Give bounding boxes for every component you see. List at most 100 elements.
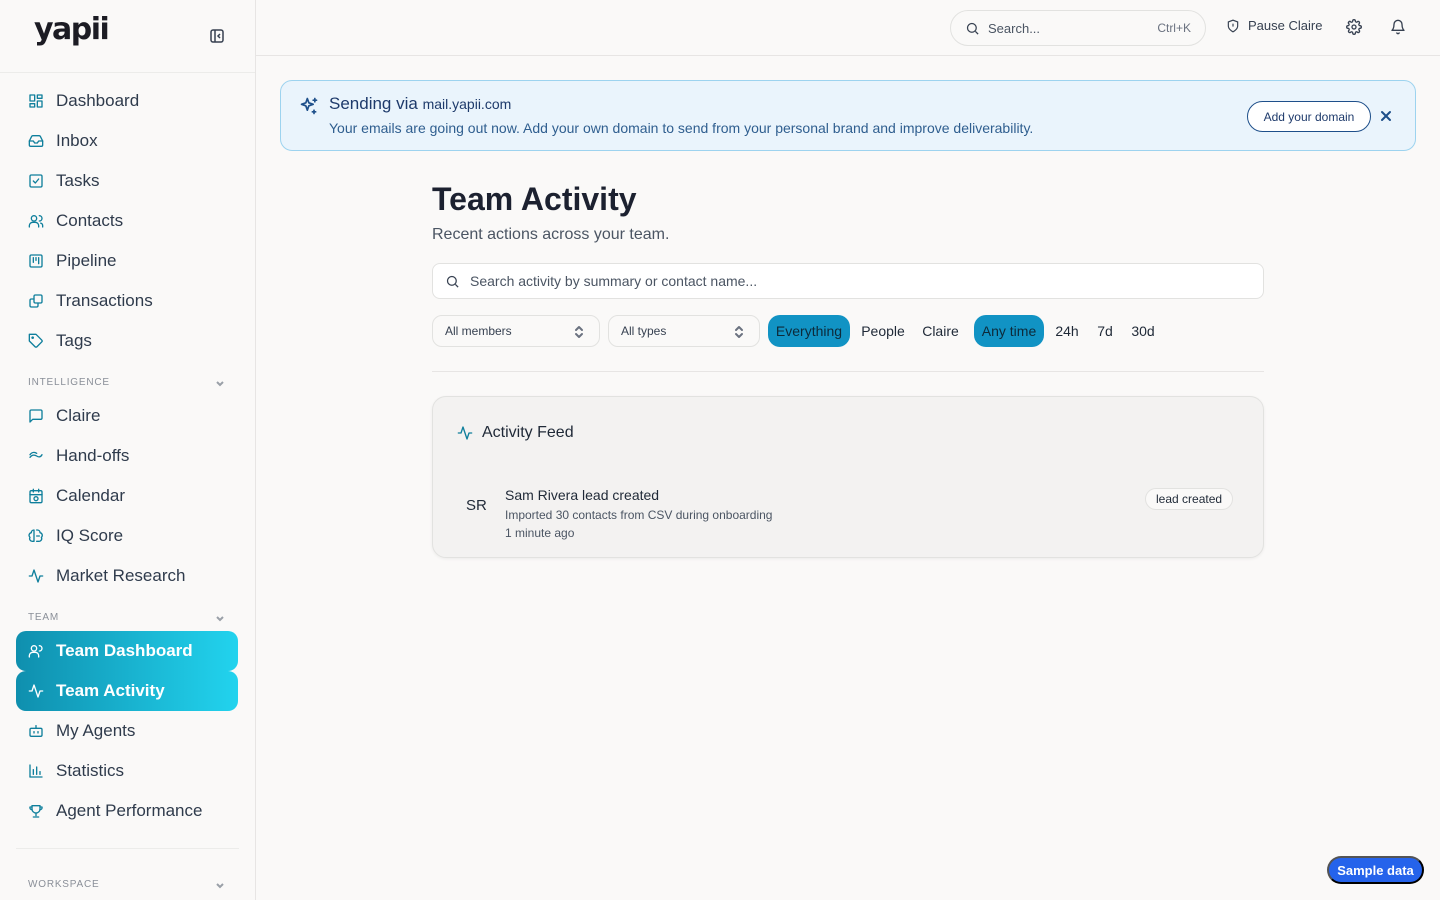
- type-filter-select[interactable]: All types: [608, 315, 760, 347]
- sidebar-item-statistics[interactable]: Statistics: [0, 751, 239, 791]
- sidebar-item-label: Hand-offs: [56, 446, 130, 465]
- chip-everything[interactable]: Everything: [768, 315, 850, 347]
- sidebar-item-dashboard[interactable]: Dashboard: [0, 81, 239, 121]
- pause-claire-button[interactable]: Pause Claire: [1226, 18, 1322, 33]
- status-badge: lead created: [1145, 488, 1234, 510]
- sidebar-divider: [16, 848, 239, 849]
- activity-feed-header: Activity Feed: [457, 424, 574, 442]
- tasks-icon: [28, 173, 44, 189]
- sending-domain-banner: Sending via mail.yapii.com Your emails a…: [280, 80, 1416, 151]
- chip-claire[interactable]: Claire: [915, 315, 966, 347]
- chevrons-up-down-icon: [575, 326, 583, 338]
- activity-detail: Imported 30 contacts from CSV during onb…: [505, 508, 773, 522]
- section-label: WORKSPACE: [28, 879, 100, 890]
- sidebar-item-label: Statistics: [56, 761, 125, 780]
- chip-7d[interactable]: 7d: [1091, 315, 1119, 347]
- sidebar-item-market-research[interactable]: Market Research: [0, 556, 239, 596]
- gear-icon[interactable]: [1346, 19, 1362, 35]
- section-label: TEAM: [28, 612, 59, 623]
- sidebar-item-label: Transactions: [56, 291, 153, 310]
- trophy-icon: [28, 803, 44, 819]
- notification-bell-icon[interactable]: [1390, 19, 1406, 35]
- search-icon: [966, 22, 979, 35]
- sidebar-item-team-dashboard[interactable]: Team Dashboard: [16, 631, 238, 671]
- sidebar-item-label: Inbox: [56, 131, 98, 150]
- chip-24h[interactable]: 24h: [1048, 315, 1086, 347]
- sidebar-item-hand-offs[interactable]: Hand-offs: [0, 436, 239, 476]
- sidebar-item-calendar[interactable]: Calendar: [0, 476, 239, 516]
- transactions-icon: [28, 293, 44, 309]
- sample-data-button[interactable]: Sample data: [1327, 856, 1424, 884]
- activity-time: 1 minute ago: [505, 526, 575, 540]
- tag-icon: [28, 333, 44, 349]
- search-shortcut: Ctrl+K: [1157, 21, 1191, 35]
- chevrons-up-down-icon: [735, 326, 743, 338]
- sidebar-item-tags[interactable]: Tags: [0, 321, 239, 361]
- sidebar-item-label: IQ Score: [56, 526, 124, 545]
- bot-icon: [28, 723, 44, 739]
- sidebar-nav: Dashboard Inbox Tasks Contacts Pipeline …: [0, 73, 255, 898]
- top-bar: Search... Ctrl+K Pause Claire: [256, 0, 1440, 56]
- inbox-icon: [28, 133, 44, 149]
- pipeline-icon: [28, 253, 44, 269]
- sidebar-collapse-icon[interactable]: [209, 28, 225, 44]
- section-workspace[interactable]: WORKSPACE: [0, 863, 255, 898]
- chip-any-time[interactable]: Any time: [974, 315, 1044, 347]
- sidebar-item-transactions[interactable]: Transactions: [0, 281, 239, 321]
- sidebar-item-tasks[interactable]: Tasks: [0, 161, 239, 201]
- sidebar-item-inbox[interactable]: Inbox: [0, 121, 239, 161]
- pause-claire-label: Pause Claire: [1248, 18, 1323, 33]
- activity-feed-title: Activity Feed: [482, 424, 574, 441]
- section-intelligence[interactable]: INTELLIGENCE: [0, 361, 255, 396]
- chevron-down-icon: [216, 882, 224, 888]
- section-label: INTELLIGENCE: [28, 377, 110, 388]
- chevron-down-icon: [216, 380, 224, 386]
- sidebar-item-team-activity[interactable]: Team Activity: [16, 671, 238, 711]
- sidebar: yapii Dashboard Inbox Tasks Contacts Pip…: [0, 0, 256, 900]
- activity-search-placeholder: Search activity by summary or contact na…: [470, 273, 758, 289]
- member-filter-select[interactable]: All members: [432, 315, 600, 347]
- activity-icon: [28, 683, 44, 699]
- sidebar-item-my-agents[interactable]: My Agents: [0, 711, 239, 751]
- shield-icon: [1227, 19, 1239, 32]
- yapii-logo[interactable]: yapii: [34, 12, 110, 47]
- sidebar-item-label: Claire: [56, 406, 101, 425]
- type-filter-value: All types: [621, 324, 667, 338]
- avatar: SR: [466, 497, 487, 514]
- global-search[interactable]: Search... Ctrl+K: [950, 10, 1206, 46]
- sidebar-item-agent-performance[interactable]: Agent Performance: [0, 791, 239, 831]
- brand-header: yapii: [0, 0, 255, 73]
- filters-divider: [432, 371, 1264, 372]
- activity-feed-card: Activity Feed SR Sam Rivera lead created…: [432, 396, 1264, 558]
- global-search-placeholder: Search...: [988, 20, 1041, 36]
- chip-people[interactable]: People: [855, 315, 911, 347]
- dashboard-icon: [28, 93, 44, 109]
- sidebar-item-label: Tasks: [56, 171, 100, 190]
- activity-title: Sam Rivera lead created: [505, 487, 660, 503]
- chat-icon: [28, 408, 44, 424]
- activity-icon: [457, 426, 473, 440]
- sidebar-item-label: My Agents: [56, 721, 136, 740]
- sidebar-item-label: Calendar: [56, 486, 125, 505]
- add-domain-button[interactable]: Add your domain: [1247, 101, 1371, 132]
- sidebar-item-contacts[interactable]: Contacts: [0, 201, 239, 241]
- activity-search-input[interactable]: Search activity by summary or contact na…: [432, 263, 1264, 299]
- sidebar-item-label: Agent Performance: [56, 801, 203, 820]
- page-title: Team Activity: [432, 181, 637, 217]
- sparkles-icon: [299, 96, 319, 116]
- sidebar-item-label: Dashboard: [56, 91, 140, 110]
- sidebar-item-label: Contacts: [56, 211, 124, 230]
- bar-chart-icon: [28, 763, 44, 779]
- sidebar-item-claire[interactable]: Claire: [0, 396, 239, 436]
- close-icon[interactable]: [1379, 109, 1393, 123]
- sidebar-item-iq-score[interactable]: IQ Score: [0, 516, 239, 556]
- calendar-icon: [28, 488, 44, 504]
- section-team[interactable]: TEAM: [0, 596, 255, 631]
- chip-30d[interactable]: 30d: [1125, 315, 1161, 347]
- sidebar-item-label: Team Dashboard: [56, 641, 193, 660]
- sidebar-item-pipeline[interactable]: Pipeline: [0, 241, 239, 281]
- chevron-down-icon: [216, 615, 224, 621]
- banner-title-text: Sending via: [329, 94, 418, 113]
- search-icon: [446, 275, 459, 288]
- sidebar-item-label: Team Activity: [56, 681, 165, 700]
